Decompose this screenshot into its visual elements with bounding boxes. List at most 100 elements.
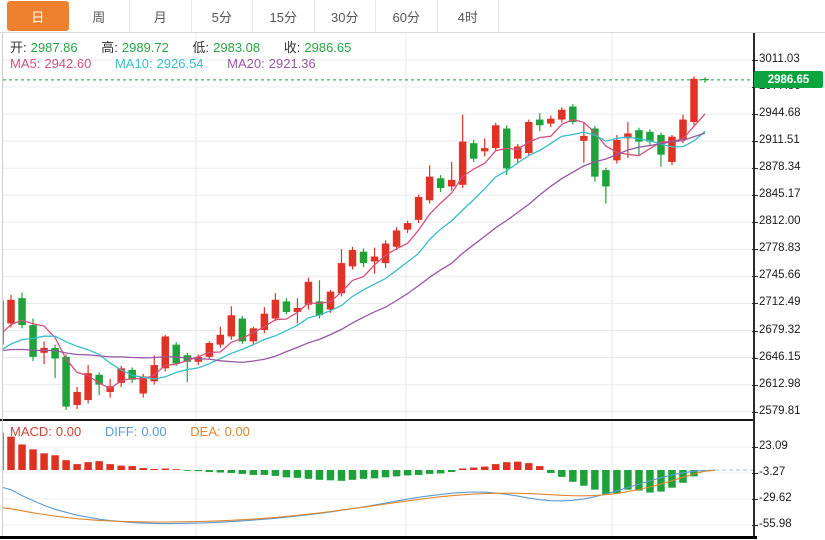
macd-bar [117, 466, 125, 470]
macd-bar [525, 463, 533, 470]
tab-m15[interactable]: 15分 [253, 0, 315, 32]
price-axis-label: 2712.49 [759, 296, 801, 308]
macd-bar [536, 466, 544, 470]
macd-bar [73, 464, 81, 470]
timeframe-tabbar: 日周月5分15分30分60分4时 [0, 0, 825, 33]
candlestick-chart-canvas[interactable] [3, 33, 753, 419]
macd-bar [18, 444, 26, 470]
macd-bar [7, 437, 15, 470]
tab-day[interactable]: 日 [7, 1, 69, 31]
diff-label: DIFF: [105, 424, 138, 439]
macd-bar [657, 470, 665, 492]
macd-bar [150, 469, 158, 470]
macd-bar [492, 464, 500, 470]
macd-bar [437, 470, 445, 473]
ma-row: MA5:2942.60 MA10:2926.54 MA20:2921.36 [10, 56, 320, 71]
candle [51, 345, 59, 378]
candle [84, 365, 92, 403]
macd-bar [316, 470, 324, 480]
price-axis-line [753, 33, 755, 537]
price-axis-label: 2579.81 [759, 405, 801, 417]
dea-value: 0.00 [225, 424, 250, 439]
macd-bar [139, 468, 147, 470]
price-axis-label: 2878.34 [759, 161, 801, 173]
macd-bar [459, 469, 467, 470]
candle [558, 107, 566, 122]
candle [470, 140, 478, 162]
low-value: 2983.08 [213, 40, 260, 55]
candle [690, 76, 698, 125]
macd-bar [470, 468, 478, 470]
macd-bar [426, 470, 434, 474]
macd-bar [569, 470, 577, 482]
trading-chart-app: 日周月5分15分30分60分4时 开:2987.86 高:2989.72 低:2… [0, 0, 825, 540]
candle [437, 175, 445, 192]
macd-axis-label: -55.98 [759, 518, 792, 530]
candle [3, 297, 4, 348]
macd-bar [580, 470, 588, 486]
candle [668, 135, 676, 165]
ma5-label: MA5: [10, 56, 40, 71]
ma20-line [3, 133, 705, 362]
candle [272, 293, 280, 321]
open-value: 2987.86 [31, 40, 78, 55]
macd-bar [51, 455, 59, 470]
tab-m60[interactable]: 60分 [376, 0, 438, 32]
candle [261, 307, 269, 333]
main-chart-panel[interactable] [3, 33, 753, 419]
ma5-value: 2942.60 [44, 56, 91, 71]
tab-month[interactable]: 月 [130, 0, 192, 32]
candle [426, 165, 434, 203]
macd-bar [195, 470, 203, 471]
macd-bar [393, 470, 401, 476]
candle [525, 120, 533, 157]
tab-week[interactable]: 周 [69, 0, 131, 32]
macd-bar [448, 470, 456, 472]
current-price-value: 2986.65 [768, 74, 810, 86]
candle [217, 327, 225, 348]
macd-bar [217, 470, 225, 472]
tab-h4[interactable]: 4时 [438, 0, 500, 32]
close-value: 2986.65 [304, 40, 351, 55]
left-border [2, 33, 3, 537]
macd-bar [228, 470, 236, 473]
tab-m30[interactable]: 30分 [315, 0, 377, 32]
macd-bar [404, 470, 412, 475]
tab-m5[interactable]: 5分 [192, 0, 254, 32]
price-axis-label: 2911.51 [759, 134, 800, 146]
open-label: 开: [10, 40, 27, 55]
current-price-tag: 2986.65 [754, 71, 823, 88]
candle [701, 77, 709, 82]
macd-bar [283, 470, 291, 477]
close-label: 收: [284, 40, 301, 55]
ma10-label: MA10: [115, 56, 153, 71]
price-axis-label: 2745.66 [759, 269, 801, 281]
macd-bar [338, 470, 346, 481]
price-axis-label: 2812.00 [759, 215, 801, 227]
macd-bar [84, 462, 92, 470]
ohlc-row: 开:2987.86 高:2989.72 低:2983.08 收:2986.65 [10, 37, 355, 56]
macd-bar [371, 470, 379, 478]
ma20-label: MA20: [227, 56, 265, 71]
candle [393, 227, 401, 250]
candle [415, 195, 423, 224]
candle [624, 122, 632, 158]
candle [18, 292, 26, 328]
macd-bar [514, 462, 522, 470]
ma10-value: 2926.54 [157, 56, 204, 71]
macd-axis-label: 23.09 [759, 440, 788, 452]
candle [283, 298, 291, 314]
macd-axis-label: -29.62 [759, 492, 792, 504]
price-axis-label: 2646.15 [759, 351, 801, 363]
candle [547, 115, 555, 126]
macd-bar [349, 470, 357, 480]
candle [646, 129, 654, 144]
macd-bar [250, 470, 257, 475]
candle [73, 387, 81, 409]
macd-bar [239, 470, 247, 474]
candle [536, 113, 544, 131]
candle [228, 306, 236, 339]
macd-bar [415, 470, 423, 475]
panel-divider [0, 419, 753, 421]
candle [580, 123, 588, 163]
